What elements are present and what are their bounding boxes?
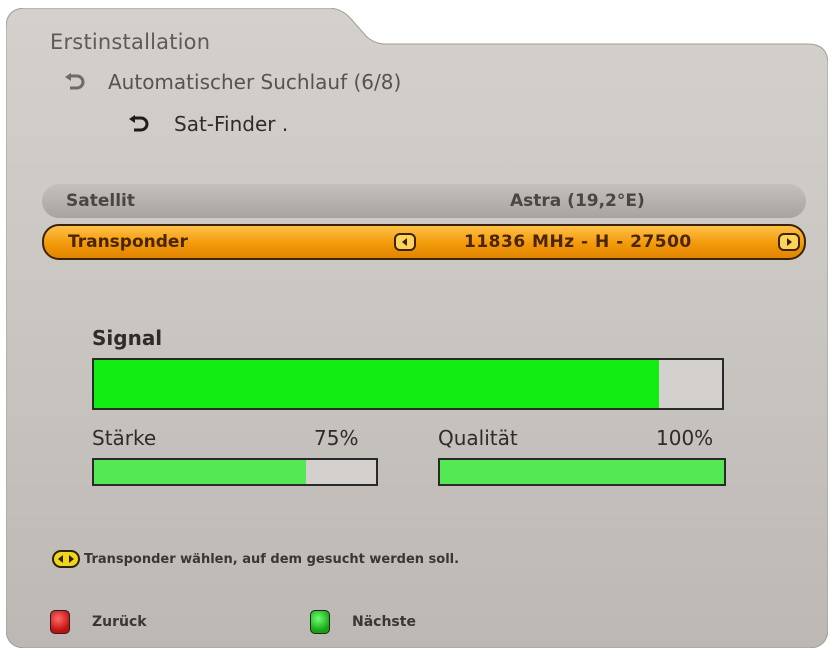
return-arrow-icon [129, 115, 149, 132]
satellite-row[interactable]: Satellit Astra (19,2°E) [42, 184, 806, 218]
back-key[interactable]: Zurück [50, 610, 147, 634]
arrow-right-icon[interactable] [778, 233, 800, 251]
green-key-icon [310, 610, 330, 634]
breadcrumb-page-label: Sat-Finder . [174, 112, 289, 136]
transponder-label: Transponder [68, 232, 188, 252]
back-key-label: Zurück [92, 614, 147, 630]
red-key-icon [50, 610, 70, 634]
transponder-row[interactable]: Transponder 11836 MHz - H - 27500 [42, 224, 806, 260]
next-key-label: Nächste [352, 614, 416, 630]
strength-bar [92, 458, 378, 486]
signal-bar [92, 358, 724, 410]
quality-bar [438, 458, 726, 486]
satellite-label: Satellit [66, 191, 135, 211]
quality-value: 100% [656, 426, 714, 450]
osd-panel: Erstinstallation Automatischer Suchlauf … [6, 8, 828, 648]
strength-bar-fill [94, 460, 306, 484]
signal-label: Signal [92, 326, 163, 350]
strength-value: 75% [314, 426, 359, 450]
breadcrumb-step-label: Automatischer Suchlauf (6/8) [108, 70, 402, 94]
breadcrumb-page: Sat-Finder . [126, 112, 288, 136]
help-hint: Transponder wählen, auf dem gesucht werd… [52, 550, 459, 568]
return-arrow-icon [65, 73, 85, 90]
strength-label: Stärke [92, 426, 157, 450]
satellite-value: Astra (19,2°E) [510, 191, 645, 211]
window-title: Erstinstallation [50, 30, 211, 54]
next-key[interactable]: Nächste [310, 610, 416, 634]
left-right-keys-icon [52, 550, 80, 568]
signal-bar-fill [94, 360, 660, 408]
quality-bar-fill [440, 460, 724, 484]
transponder-value: 11836 MHz - H - 27500 [464, 232, 692, 252]
help-text: Transponder wählen, auf dem gesucht werd… [84, 551, 460, 567]
quality-label: Qualität [438, 426, 518, 450]
breadcrumb-step: Automatischer Suchlauf (6/8) [62, 70, 401, 94]
arrow-left-icon[interactable] [394, 233, 416, 251]
